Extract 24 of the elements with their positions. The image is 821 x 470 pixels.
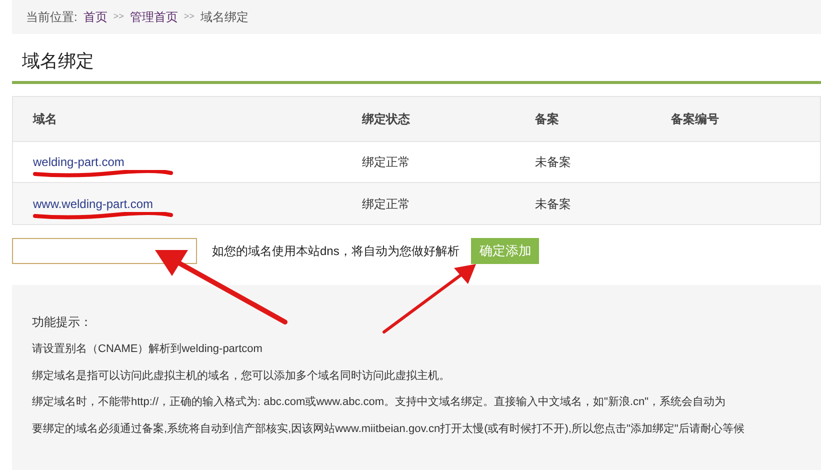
table-cell-text: 未备案: [535, 196, 571, 212]
breadcrumb-current: 域名绑定: [200, 9, 248, 26]
column-header: 绑定状态: [362, 111, 410, 128]
column-header: 备案编号: [671, 111, 719, 128]
domain-input[interactable]: [12, 238, 197, 264]
dns-hint: 如您的域名使用本站dns，将自动为您做好解析: [212, 243, 460, 260]
column-header: 域名: [33, 111, 57, 128]
tips-title: 功能提示：: [32, 314, 92, 331]
page-title: 域名绑定: [22, 51, 94, 71]
tip-text: 请设置别名（CNAME）解析到welding-partcom: [32, 342, 262, 357]
breadcrumb-separator: >>: [113, 10, 124, 24]
tip-text: 要绑定的域名必须通过备案,系统将自动到信产部核实,因该网站www.miitbeian.gov.cn打开太慢(或有时候打不开),所以您点击"添加绑定"后请耐心等候: [32, 422, 744, 436]
domain-link[interactable]: welding-part.com: [33, 155, 124, 169]
tip-text: 绑定域名是指可以访问此虚拟主机的域名，您可以添加多个域名同时访问此虚拟主机。: [32, 368, 450, 384]
breadcrumb-link[interactable]: 首页: [83, 8, 108, 26]
breadcrumb-separator: >>: [184, 10, 194, 24]
breadcrumb-link[interactable]: 管理首页: [130, 8, 178, 26]
domain-link[interactable]: www.welding-part.com: [33, 196, 154, 210]
table-cell-text: 未备案: [535, 154, 571, 171]
column-header: 备案: [535, 111, 559, 128]
table-cell-text: 绑定正常: [362, 154, 410, 171]
tip-text: 绑定域名时，不能带http://，正确的输入格式为: abc.com或www.abc.com。支持中文域名绑定。直接输入中文域名，如"新浪.cn"，系统会自动为: [32, 394, 726, 410]
breadcrumb-label: 当前位置:: [26, 9, 78, 26]
table-cell-text: 绑定正常: [362, 196, 410, 212]
